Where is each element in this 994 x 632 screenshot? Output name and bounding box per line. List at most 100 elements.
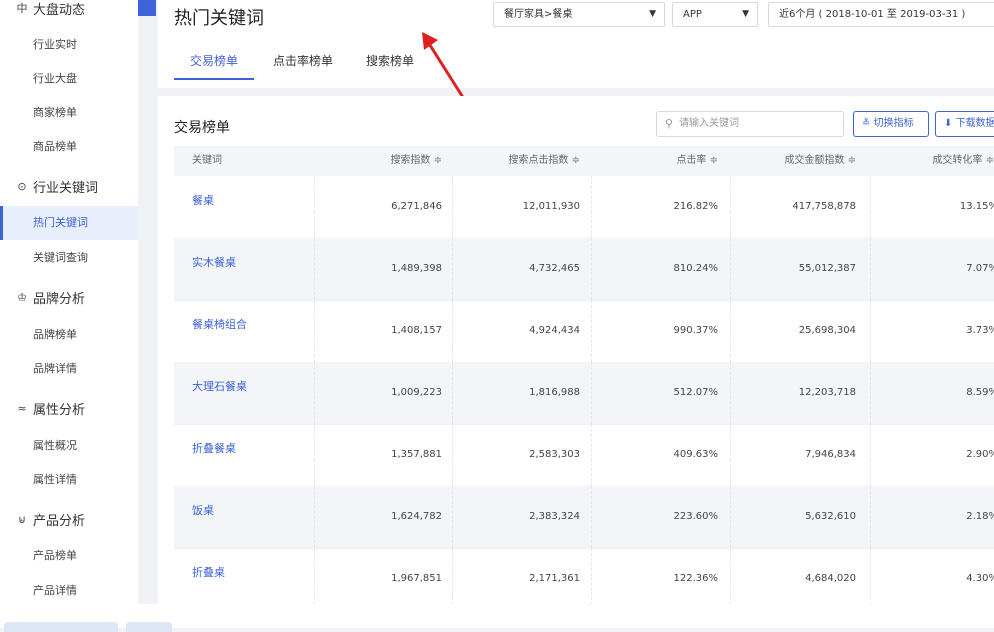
sidebar-item-attribute-detail[interactable]: 属性详情: [0, 463, 138, 497]
sidebar-item-merchant-rank[interactable]: 商家榜单: [0, 96, 138, 130]
sidebar-group-label: 产品分析: [33, 514, 86, 529]
keyword-search-input[interactable]: ⚲ 请输入关键词: [656, 111, 844, 137]
keyword-link[interactable]: 折叠桌: [192, 564, 225, 580]
column-separator: [452, 300, 453, 362]
table-cell: 4.30%: [966, 573, 994, 584]
tab-click-rate-rank[interactable]: 点击率榜单: [273, 50, 333, 78]
column-header-search-index[interactable]: 搜索指数 ≑: [390, 146, 442, 176]
table-cell: 13.15%: [959, 201, 994, 212]
column-separator: [730, 548, 731, 604]
sidebar-item-hot-keywords[interactable]: 热门关键词: [0, 206, 138, 240]
column-separator: [314, 300, 315, 362]
table-row: 餐桌 6,271,846 12,011,930 216.82% 417,758,878 1…: [174, 176, 994, 239]
download-data-button[interactable]: ⬇ 下载数据: [935, 111, 994, 137]
table-cell: 4,732,465: [529, 263, 580, 274]
column-separator: [870, 548, 871, 604]
sidebar-item-brand-detail[interactable]: 品牌详情: [0, 352, 138, 386]
table-cell: 8.59%: [966, 387, 994, 398]
column-separator: [314, 548, 315, 604]
table-cell: 1,357,881: [391, 449, 442, 460]
table-row: 餐桌椅组合 1,408,157 4,924,434 990.37% 25,698,304…: [174, 300, 994, 363]
sidebar-item-industry-overview[interactable]: 行业大盘: [0, 62, 138, 96]
category-select[interactable]: 餐厅家具>餐桌 ▼: [493, 2, 665, 27]
sidebar-item-attribute-overview[interactable]: 属性概况: [0, 429, 138, 463]
bottom-strip: [0, 604, 994, 632]
sidebar-item-product-rank[interactable]: 商品榜单: [0, 130, 138, 164]
column-header-click-rate[interactable]: 点击率 ≑: [676, 146, 718, 176]
sidebar-group-product[interactable]: ⊌ 产品分析: [16, 510, 85, 529]
keyword-icon: ⊙: [17, 179, 27, 193]
keyword-link[interactable]: 餐桌椅组合: [192, 316, 247, 332]
table-cell: 1,489,398: [391, 263, 442, 274]
table-cell: 223.60%: [673, 511, 719, 522]
column-separator: [591, 300, 592, 362]
sidebar-group-attribute[interactable]: ≈ 属性分析: [16, 399, 85, 418]
keyword-link[interactable]: 大理石餐桌: [192, 378, 247, 394]
column-separator: [314, 362, 315, 424]
tab-search-rank[interactable]: 搜索榜单: [366, 50, 414, 78]
bottom-tab[interactable]: [126, 622, 172, 632]
search-icon: ⚲: [665, 117, 674, 130]
tab-transaction-rank[interactable]: 交易榜单: [174, 50, 255, 80]
column-header-conversion-rate[interactable]: 成交转化率 ≑: [932, 146, 994, 176]
sidebar-item-brand-rank[interactable]: 品牌榜单: [0, 318, 138, 352]
page-header: 热门关键词 餐厅家具>餐桌 ▼ APP ▼ 近6个月 ( 2018-10-01 …: [158, 0, 994, 101]
switch-metrics-button[interactable]: ≚ 切换指标: [853, 111, 929, 137]
column-header-trade-index[interactable]: 成交金额指数 ≑: [784, 146, 856, 176]
chevron-down-icon: ▼: [649, 9, 656, 19]
sidebar-item-keyword-query[interactable]: 关键词查询: [0, 241, 138, 275]
keyword-link[interactable]: 实木餐桌: [192, 254, 236, 270]
download-icon: ⬇: [944, 118, 953, 129]
date-range-picker[interactable]: 近6个月 ( 2018-10-01 至 2019-03-31 ) ▯: [768, 2, 994, 27]
sidebar-group-brand[interactable]: ♔ 品牌分析: [16, 288, 85, 307]
column-separator: [730, 362, 731, 424]
sidebar-item-product-list[interactable]: 产品榜单: [0, 539, 138, 573]
table-row: 实木餐桌 1,489,398 4,732,465 810.24% 55,012,387 7…: [174, 238, 994, 301]
rank-panel: 交易榜单 ⚲ 请输入关键词 ≚ 切换指标 ⬇ 下载数据 关键词 搜索指数 ≑ 搜…: [158, 96, 994, 604]
table-cell: 7.07%: [966, 263, 994, 274]
table-cell: 2.18%: [966, 511, 994, 522]
column-separator: [452, 238, 453, 300]
keyword-link[interactable]: 餐桌: [192, 192, 214, 208]
category-select-value: 餐厅家具>餐桌: [504, 9, 573, 20]
table-cell: 55,012,387: [798, 263, 856, 274]
column-separator: [314, 238, 315, 300]
column-separator: [870, 486, 871, 548]
crown-icon: ♔: [17, 290, 27, 304]
column-header-search-click-index[interactable]: 搜索点击指数 ≑: [508, 146, 580, 176]
platform-select[interactable]: APP ▼: [672, 2, 758, 27]
column-separator: [452, 548, 453, 604]
column-header-keyword[interactable]: 关键词: [192, 146, 222, 176]
table-cell: 7,946,834: [805, 449, 856, 460]
bottom-tab[interactable]: [4, 622, 118, 632]
sidebar-item-product-detail[interactable]: 产品详情: [0, 574, 138, 608]
sidebar-group-market[interactable]: 中 大盘动态: [16, 0, 86, 18]
table-cell: 2.90%: [966, 449, 994, 460]
column-separator: [870, 300, 871, 362]
table-cell: 1,408,157: [391, 325, 442, 336]
dashboard-icon: 中: [16, 1, 28, 15]
table-cell: 12,011,930: [522, 201, 580, 212]
table-cell: 122.36%: [673, 573, 719, 584]
table-cell: 25,698,304: [798, 325, 856, 336]
column-separator: [452, 176, 453, 238]
page-title: 热门关键词: [174, 8, 264, 29]
keyword-link[interactable]: 折叠餐桌: [192, 440, 236, 456]
column-separator: [870, 362, 871, 424]
keyword-link[interactable]: 饭桌: [192, 502, 214, 518]
column-separator: [591, 176, 592, 238]
table-cell: 417,758,878: [792, 201, 856, 212]
column-separator: [730, 424, 731, 486]
column-separator: [452, 424, 453, 486]
table-row: 折叠桌 1,967,851 2,171,361 122.36% 4,684,020 4.3…: [174, 548, 994, 604]
sidebar-item-industry-realtime[interactable]: 行业实时: [0, 28, 138, 62]
column-separator: [730, 176, 731, 238]
column-separator: [452, 486, 453, 548]
column-separator: [314, 486, 315, 548]
table-cell: 4,684,020: [805, 573, 856, 584]
sidebar-group-keywords[interactable]: ⊙ 行业关键词: [16, 177, 98, 196]
sidebar-group-label: 行业关键词: [33, 181, 99, 196]
table-cell: 6,271,846: [391, 201, 442, 212]
table-cell: 5,632,610: [805, 511, 856, 522]
column-separator: [591, 238, 592, 300]
